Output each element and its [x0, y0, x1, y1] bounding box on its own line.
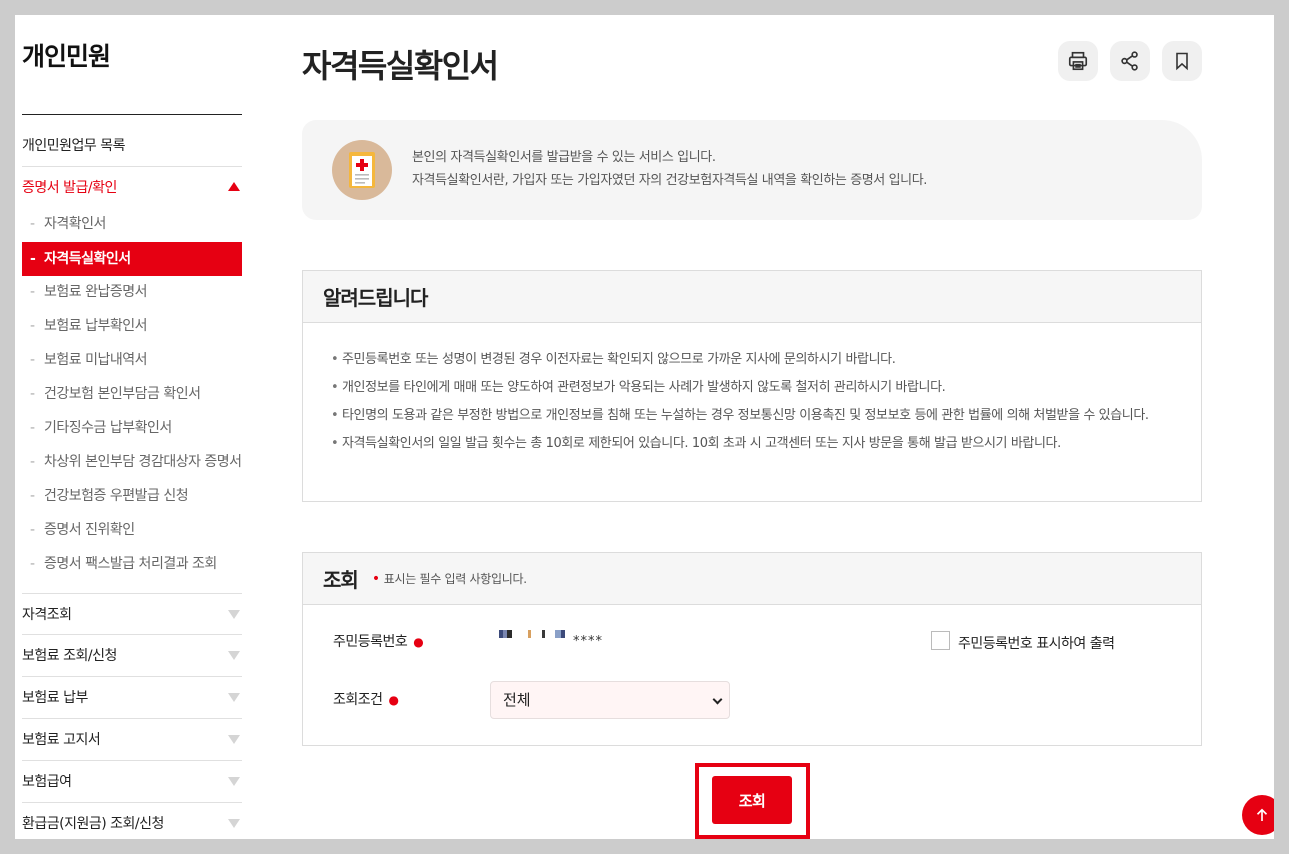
sidebar-sub-premium-unpaid-statement[interactable]: 보험료 미납내역서: [22, 343, 242, 377]
intro-line-2: 자격득실확인서란, 가입자 또는 가입자였던 자의 건강보험자격득실 내역을 확…: [412, 173, 928, 188]
search-form-body: 주민등록번호 ● **** 주민등록번호 표시하여 출력 조회조건 ● 전체: [303, 605, 1201, 745]
search-form-header: 조회 • 표시는 필수 입력 사항입니다.: [303, 553, 1201, 605]
intro-line-1: 본인의 자격득실확인서를 발급받을 수 있는 서비스 입니다.: [412, 150, 716, 165]
scroll-top-button[interactable]: [1242, 795, 1274, 835]
bookmark-button[interactable]: [1162, 41, 1202, 81]
required-dot-icon: ●: [413, 635, 424, 649]
certificate-icon: [332, 140, 392, 200]
notice-title: 알려드립니다: [323, 286, 428, 310]
sidebar-sub-premium-paid-cert[interactable]: 보험료 완납증명서: [22, 275, 242, 309]
chevron-down-icon: [228, 819, 240, 828]
notice-box: 알려드립니다 주민등록번호 또는 성명이 변경된 경우 이전자료는 확인되지 않…: [302, 270, 1202, 502]
condition-select[interactable]: 전체: [490, 681, 730, 719]
rrn-label-text: 주민등록번호: [333, 634, 408, 650]
bookmark-icon: [1176, 52, 1188, 71]
sidebar-item-premium-payment[interactable]: 보험료 납부: [22, 677, 242, 719]
caret-up-icon: [228, 182, 240, 191]
page: 개인민원 개인민원업무 목록 증명서 발급/확인 자격확인서 자격득실확인서 보…: [15, 15, 1274, 839]
sidebar-item-label: 증명서 발급/확인: [22, 180, 117, 196]
rrn-label: 주민등록번호 ●: [333, 631, 424, 651]
required-dot-icon: ●: [388, 693, 399, 707]
sidebar-item-civil-list[interactable]: 개인민원업무 목록: [22, 125, 242, 167]
sidebar-item-benefits[interactable]: 보험급여: [22, 761, 242, 803]
condition-label: 조회조건 ●: [333, 689, 399, 709]
sidebar-item-label: 보험료 납부: [22, 690, 88, 706]
condition-select-value: 전체: [503, 691, 531, 709]
sidebar-item-refund[interactable]: 환급금(지원금) 조회/신청: [22, 803, 242, 839]
sidebar-sub-reduction-cert[interactable]: 차상위 본인부담 경감대상자 증명서: [22, 445, 242, 479]
chevron-down-icon: [228, 610, 240, 619]
sidebar-item-label: 환급금(지원금) 조회/신청: [22, 816, 164, 832]
required-note: • 표시는 필수 입력 사항입니다.: [372, 570, 527, 587]
notice-list: 주민등록번호 또는 성명이 변경된 경우 이전자료는 확인되지 않으므로 가까운…: [303, 323, 1201, 479]
chevron-down-icon: [712, 694, 723, 705]
print-rrn-label[interactable]: 주민등록번호 표시하여 출력: [958, 633, 1115, 653]
printer-icon: [1068, 51, 1088, 71]
notice-item: 주민등록번호 또는 성명이 변경된 경우 이전자료는 확인되지 않으므로 가까운…: [331, 349, 1171, 371]
print-rrn-checkbox[interactable]: [931, 631, 950, 650]
sidebar-item-label: 자격조회: [22, 607, 72, 623]
search-submit-button[interactable]: 조회: [712, 776, 792, 824]
required-dot-icon: •: [371, 571, 380, 587]
sidebar-sub-fax-result[interactable]: 증명서 팩스발급 처리결과 조회: [22, 547, 242, 581]
service-intro-text: 본인의 자격득실확인서를 발급받을 수 있는 서비스 입니다. 자격득실확인서란…: [412, 146, 927, 192]
chevron-down-icon: [228, 777, 240, 786]
chevron-down-icon: [228, 651, 240, 660]
service-intro: 본인의 자격득실확인서를 발급받을 수 있는 서비스 입니다. 자격득실확인서란…: [302, 120, 1202, 220]
print-button[interactable]: [1058, 41, 1098, 81]
search-form-box: 조회 • 표시는 필수 입력 사항입니다. 주민등록번호 ● **** 주민등록…: [302, 552, 1202, 746]
sidebar-sub-qualification-cert[interactable]: 자격확인서: [22, 207, 242, 241]
search-form-title: 조회: [323, 568, 359, 592]
rrn-masked-suffix: ****: [573, 634, 603, 649]
sidebar-item-label: 보험료 조회/신청: [22, 648, 117, 664]
chevron-down-icon: [228, 693, 240, 702]
sidebar-item-qualification-inquiry[interactable]: 자격조회: [22, 593, 242, 635]
sidebar-item-certificates[interactable]: 증명서 발급/확인: [22, 167, 242, 209]
sidebar-item-label: 보험급여: [22, 774, 72, 790]
notice-item: 자격득실확인서의 일일 발급 횟수는 총 10회로 제한되어 있습니다. 10회…: [331, 433, 1171, 455]
rrn-masked-value: [499, 629, 565, 639]
sidebar-sub-cert-verification[interactable]: 증명서 진위확인: [22, 513, 242, 547]
sidebar-item-premium-bill[interactable]: 보험료 고지서: [22, 719, 242, 761]
required-note-text: 표시는 필수 입력 사항입니다.: [383, 572, 527, 586]
sidebar-sub-premium-payment-cert[interactable]: 보험료 납부확인서: [22, 309, 242, 343]
page-title: 자격득실확인서: [302, 47, 499, 85]
share-icon: [1121, 51, 1138, 71]
chevron-down-icon: [228, 735, 240, 744]
arrow-up-icon: [1256, 808, 1268, 821]
sidebar-sub-qualification-history-cert[interactable]: 자격득실확인서: [22, 242, 242, 276]
sidebar-sub-other-collection-cert[interactable]: 기타징수금 납부확인서: [22, 411, 242, 445]
notice-header: 알려드립니다: [303, 271, 1201, 323]
sidebar-sub-card-mail-request[interactable]: 건강보험증 우편발급 신청: [22, 479, 242, 513]
share-button[interactable]: [1110, 41, 1150, 81]
sidebar-divider: [22, 114, 242, 115]
sidebar-item-premium-inquiry[interactable]: 보험료 조회/신청: [22, 635, 242, 677]
notice-item: 타인명의 도용과 같은 부정한 방법으로 개인정보를 침해 또는 누설하는 경우…: [331, 405, 1171, 427]
sidebar-item-label: 보험료 고지서: [22, 732, 101, 748]
sidebar-title: 개인민원: [22, 42, 111, 71]
condition-label-text: 조회조건: [333, 692, 383, 708]
sidebar-sub-copay-cert[interactable]: 건강보험 본인부담금 확인서: [22, 377, 242, 411]
notice-item: 개인정보를 타인에게 매매 또는 양도하여 관련정보가 악용되는 사례가 발생하…: [331, 377, 1171, 399]
